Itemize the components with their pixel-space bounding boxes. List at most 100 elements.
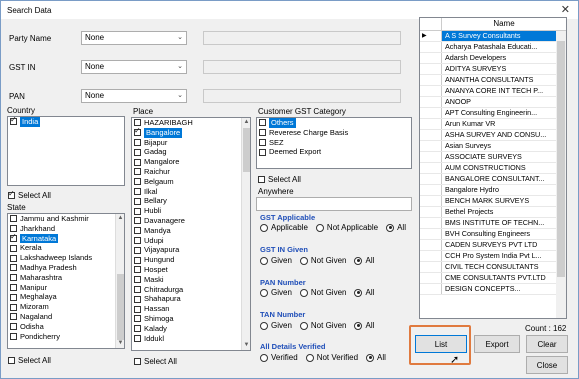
radio-option[interactable]: Verified — [260, 353, 298, 362]
list-item[interactable]: Raichur — [132, 167, 250, 177]
results-grid[interactable]: Name ▶ A S Survey Consultants Acharya Pata… — [419, 17, 567, 319]
checkbox-icon[interactable] — [134, 178, 141, 186]
list-item[interactable]: Reverese Charge Basis — [257, 128, 411, 138]
list-item[interactable]: Hospet — [132, 265, 250, 275]
checkbox-icon[interactable] — [134, 236, 141, 244]
radio-option[interactable]: All — [366, 353, 386, 362]
checkbox-icon[interactable] — [134, 217, 141, 225]
table-cell-name[interactable]: Asian Surveys — [442, 141, 566, 151]
list-item[interactable]: Hassan — [132, 304, 250, 314]
radio-option[interactable]: Given — [260, 321, 292, 330]
radio-option[interactable]: Given — [260, 288, 292, 297]
table-row[interactable]: Acharya Patashala Educati... — [420, 42, 566, 53]
list-item[interactable]: Shahapura — [132, 294, 250, 304]
checkbox-icon[interactable] — [134, 148, 141, 156]
row-header[interactable] — [420, 86, 442, 96]
radio-icon[interactable] — [299, 256, 308, 265]
checkbox-icon[interactable] — [10, 244, 17, 252]
scroll-down-icon[interactable]: ▼ — [116, 339, 124, 348]
table-cell-name[interactable]: CADEN SURVEYS PVT LTD — [442, 240, 566, 250]
checkbox-icon[interactable] — [10, 264, 17, 272]
list-item[interactable]: Vijayapura — [132, 245, 250, 255]
pan-text[interactable] — [203, 89, 401, 103]
country-list[interactable]: India — [7, 116, 125, 186]
table-cell-name[interactable]: APT Consulting Engineerin... — [442, 108, 566, 118]
gst-in-dropdown[interactable]: None ⌄ — [81, 60, 187, 74]
radio-icon[interactable] — [260, 256, 268, 265]
list-item[interactable]: SEZ — [257, 138, 411, 148]
list-item[interactable]: Bellary — [132, 196, 250, 206]
list-item[interactable]: Pondicherry — [8, 332, 124, 342]
table-row[interactable]: DESIGN CONCEPTS... — [420, 284, 566, 295]
row-header[interactable] — [420, 240, 442, 250]
radio-option[interactable]: All — [354, 288, 374, 297]
list-item[interactable]: Chitradurga — [132, 285, 250, 295]
table-row[interactable]: BANGALORE CONSULTANT... — [420, 174, 566, 185]
party-name-text[interactable] — [203, 31, 401, 45]
radio-option[interactable]: Not Applicable — [315, 223, 378, 232]
checkbox-icon[interactable] — [259, 129, 266, 137]
scroll-up-icon[interactable]: ▲ — [242, 118, 250, 127]
row-header[interactable] — [420, 152, 442, 162]
checkbox-icon[interactable] — [134, 315, 141, 323]
table-row[interactable]: Adarsh Developers — [420, 53, 566, 64]
table-row[interactable]: CME CONSULTANTS PVT.LTD — [420, 273, 566, 284]
row-header[interactable] — [420, 185, 442, 195]
place-scrollbar[interactable]: ▲ ▼ — [241, 118, 250, 350]
grid-scrollbar[interactable] — [556, 31, 566, 318]
row-header[interactable] — [420, 119, 442, 129]
list-item[interactable]: Mangalore — [132, 157, 250, 167]
gst-in-text[interactable] — [203, 60, 401, 74]
table-row[interactable]: BVH Consulting Engineers — [420, 229, 566, 240]
checkbox-icon[interactable] — [10, 303, 17, 311]
row-header[interactable] — [420, 53, 442, 63]
table-cell-name[interactable]: A S Survey Consultants — [442, 31, 566, 41]
checkbox-icon[interactable] — [134, 334, 141, 342]
row-header[interactable] — [420, 174, 442, 184]
checkbox-icon[interactable] — [134, 227, 141, 235]
checkbox-icon[interactable] — [134, 285, 141, 293]
radio-option[interactable]: Not Given — [299, 288, 346, 297]
list-item[interactable]: Bangalore — [132, 126, 250, 138]
list-item[interactable]: Lakshadweep Islands — [8, 253, 124, 263]
table-cell-name[interactable]: Bangalore Hydro — [442, 185, 566, 195]
table-cell-name[interactable]: Acharya Patashala Educati... — [442, 42, 566, 52]
list-item[interactable]: Davanagere — [132, 216, 250, 226]
list-item[interactable]: Gadag — [132, 147, 250, 157]
radio-icon[interactable] — [260, 288, 268, 297]
checkbox-icon[interactable] — [134, 197, 141, 205]
radio-icon[interactable] — [260, 223, 268, 232]
row-header[interactable]: ▶ — [420, 31, 442, 41]
row-header[interactable] — [420, 108, 442, 118]
pan-dropdown[interactable]: None ⌄ — [81, 89, 187, 103]
table-row[interactable]: ANANYA CORE INT TECH P... — [420, 86, 566, 97]
radio-icon[interactable] — [366, 353, 375, 362]
radio-icon[interactable] — [386, 223, 395, 232]
row-header[interactable] — [420, 64, 442, 74]
radio-icon[interactable] — [260, 321, 268, 330]
table-row[interactable]: CCH Pro System India Pvt L... — [420, 251, 566, 262]
checkbox-icon[interactable] — [134, 158, 141, 166]
checkbox-icon[interactable] — [134, 305, 141, 313]
list-item[interactable]: India — [8, 117, 124, 127]
list-item[interactable]: Maski — [132, 275, 250, 285]
row-header[interactable] — [420, 196, 442, 206]
list-item[interactable]: Kalady — [132, 324, 250, 334]
table-cell-name[interactable]: ANOOP — [442, 97, 566, 107]
table-row[interactable]: ADITYA SURVEYS — [420, 64, 566, 75]
scroll-thumb[interactable] — [117, 274, 124, 340]
checkbox-icon[interactable] — [134, 325, 141, 333]
radio-icon[interactable] — [305, 353, 314, 362]
checkbox-icon[interactable] — [10, 332, 17, 340]
row-header[interactable] — [420, 141, 442, 151]
radio-icon[interactable] — [354, 288, 363, 297]
row-header[interactable] — [420, 251, 442, 261]
checkbox-icon[interactable] — [134, 207, 141, 215]
row-header[interactable] — [420, 284, 442, 294]
list-item[interactable]: Mizoram — [8, 302, 124, 312]
list-item[interactable]: Madhya Pradesh — [8, 263, 124, 273]
anywhere-input[interactable] — [256, 197, 412, 211]
list-item[interactable]: Belgaum — [132, 177, 250, 187]
row-header[interactable] — [420, 42, 442, 52]
row-header[interactable] — [420, 75, 442, 85]
